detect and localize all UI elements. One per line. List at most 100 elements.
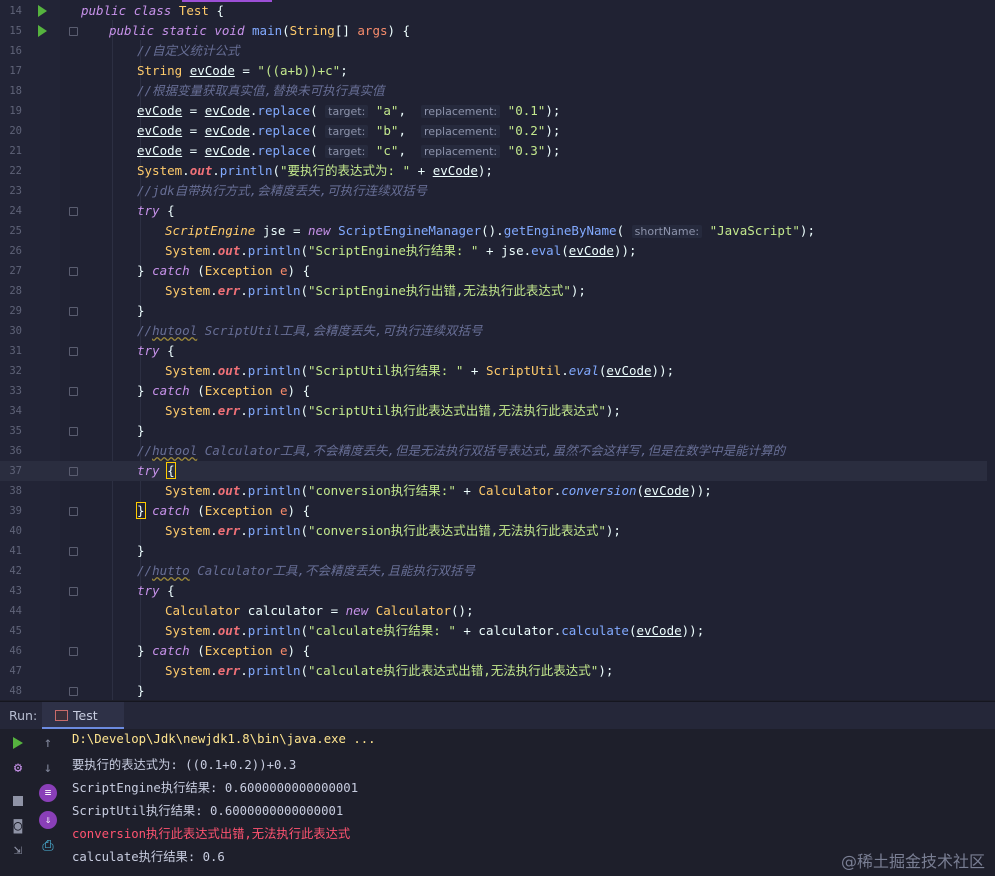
code-token: ( — [310, 123, 326, 138]
code-token: Calculator工具,不会精度丢失,且能执行双括号 — [189, 563, 476, 578]
fold-marker-icon[interactable] — [69, 267, 78, 276]
code-token: try — [137, 463, 168, 478]
code-line[interactable]: 25 ScriptEngine jse = new ScriptEngineMan… — [0, 221, 995, 241]
fold-marker-icon[interactable] — [69, 307, 78, 316]
settings-gear-icon[interactable]: ⚙ — [9, 759, 27, 777]
code-line[interactable]: 41} — [0, 541, 995, 561]
vertical-scrollbar[interactable] — [987, 0, 995, 700]
fold-marker-icon[interactable] — [69, 647, 78, 656]
run-gutter-icon[interactable] — [38, 25, 47, 37]
fold-marker-icon[interactable] — [69, 547, 78, 556]
code-token: "b" — [375, 123, 399, 138]
code-line[interactable]: 18 //根据变量获取真实值,替换未可执行真实值 — [0, 81, 995, 101]
code-token: println — [247, 483, 301, 498]
stop-icon[interactable] — [9, 792, 27, 810]
code-line[interactable]: 30 //hutool ScriptUtil工具,会精度丢失,可执行连续双括号 — [0, 321, 995, 341]
fold-marker-icon[interactable] — [69, 427, 78, 436]
code-token: )); — [681, 623, 705, 638]
watermark: @稀土掘金技术社区 — [840, 852, 985, 871]
code-line[interactable]: 21 evCode = evCode.replace( target: "c", … — [0, 141, 995, 161]
code-token: ); — [570, 283, 586, 298]
rerun-icon[interactable] — [9, 734, 27, 752]
code-token: . — [240, 523, 248, 538]
code-line[interactable]: 34 System.err.println("ScriptUtil执行此表达式出错… — [0, 401, 995, 421]
run-gutter-icon[interactable] — [38, 5, 47, 17]
fold-marker-icon[interactable] — [69, 587, 78, 596]
code-line[interactable]: 47 System.err.println("calculate执行此表达式出错,… — [0, 661, 995, 681]
run-toolbar-right: ↑ ↓ ≡ ⇓ ⎙ — [32, 729, 60, 876]
code-line[interactable]: 28 System.err.println("ScriptEngine执行出错,无… — [0, 281, 995, 301]
line-number: 39 — [9, 505, 22, 517]
line-number: 38 — [9, 485, 22, 497]
line-number: 45 — [9, 625, 22, 637]
arrow-down-icon[interactable]: ↓ — [39, 759, 57, 777]
fold-marker-icon[interactable] — [69, 27, 78, 36]
console-output-line: ScriptEngine执行结果: 0.6000000000000001 — [72, 781, 359, 795]
code-line[interactable]: 48} — [0, 681, 995, 700]
fold-marker-icon[interactable] — [69, 507, 78, 516]
code-line[interactable]: 15 public static void main(String[] args)… — [0, 21, 995, 41]
code-line[interactable]: 35} — [0, 421, 995, 441]
camera-icon[interactable]: ◙ — [9, 817, 27, 835]
code-line[interactable]: 17 String evCode = "((a+b))+c"; — [0, 61, 995, 81]
code-line[interactable]: 19 evCode = evCode.replace( target: "a", … — [0, 101, 995, 121]
fold-marker-icon[interactable] — [69, 467, 78, 476]
code-line[interactable]: 36 //hutool Calculator工具,不会精度丢失,但是无法执行双括号… — [0, 441, 995, 461]
code-token: replace — [257, 123, 311, 138]
code-line[interactable]: 44 Calculator calculator = new Calculator… — [0, 601, 995, 621]
print-icon[interactable]: ⎙ — [39, 837, 57, 855]
code-token: // — [137, 443, 153, 458]
parameter-hint: replacement: — [421, 145, 501, 158]
code-token: ( — [300, 363, 309, 378]
code-text: System.err.println("ScriptEngine执行出错,无法执… — [165, 281, 586, 301]
code-line[interactable]: 23 //jdk自带执行方式,会精度丢失,可执行连续双括号 — [0, 181, 995, 201]
code-line[interactable]: 37 try { — [0, 461, 995, 481]
code-line[interactable]: 16 //自定义统计公式 — [0, 41, 995, 61]
code-line[interactable]: 43 try { — [0, 581, 995, 601]
code-token: //jdk自带执行方式,会精度丢失,可执行连续双括号 — [137, 183, 428, 198]
code-line[interactable]: 38 System.out.println("conversion执行结果:" +… — [0, 481, 995, 501]
code-line[interactable]: 32 System.out.println("ScriptUtil执行结果: " … — [0, 361, 995, 381]
code-text: Calculator calculator = new Calculator()… — [165, 601, 474, 621]
scroll-to-end-icon[interactable]: ⇓ — [39, 811, 57, 829]
fold-marker-icon[interactable] — [69, 347, 78, 356]
code-token: System — [165, 483, 211, 498]
code-token: evCode — [137, 143, 183, 158]
code-token: evCode — [137, 123, 183, 138]
code-text: public class Test { — [81, 1, 224, 21]
code-line[interactable]: 45 System.out.println("calculate执行结果: " +… — [0, 621, 995, 641]
soft-wrap-icon[interactable]: ≡ — [39, 784, 57, 802]
arrow-up-icon[interactable]: ↑ — [39, 734, 57, 752]
code-line[interactable]: 14 public class Test { — [0, 1, 995, 21]
code-token: new — [308, 223, 339, 238]
line-number: 23 — [9, 185, 22, 197]
code-line[interactable]: 42 //hutto Calculator工具,不会精度丢失,且能执行双括号 — [0, 561, 995, 581]
code-line[interactable]: 33} catch (Exception e) { — [0, 381, 995, 401]
code-token: } — [137, 383, 153, 398]
code-line[interactable]: 20 evCode = evCode.replace( target: "b", … — [0, 121, 995, 141]
code-line[interactable]: 46} catch (Exception e) { — [0, 641, 995, 661]
code-line[interactable]: 40 System.err.println("conversion执行此表达式出错… — [0, 521, 995, 541]
code-line[interactable]: 22 System.out.println("要执行的表达式为: " + evCo… — [0, 161, 995, 181]
code-line[interactable]: 24 try { — [0, 201, 995, 221]
code-line[interactable]: 39} catch (Exception e) { — [0, 501, 995, 521]
code-line[interactable]: 31 try { — [0, 341, 995, 361]
fold-marker-icon[interactable] — [69, 207, 78, 216]
pin-icon[interactable]: ⇲ — [9, 841, 27, 859]
code-token: try — [137, 583, 168, 598]
code-line[interactable]: 27} catch (Exception e) { — [0, 261, 995, 281]
code-token: catch — [152, 263, 198, 278]
code-text: //hutto Calculator工具,不会精度丢失,且能执行双括号 — [137, 561, 475, 581]
code-token: "ScriptUtil执行此表达式出错,无法执行此表达式" — [308, 403, 606, 418]
tab-test[interactable]: Test — [42, 702, 124, 729]
code-token: err — [217, 523, 241, 538]
fold-marker-icon[interactable] — [69, 687, 78, 696]
code-editor[interactable]: 14 public class Test {15 public static voi… — [0, 0, 995, 700]
code-line[interactable]: 26 System.out.println("ScriptEngine执行结果: … — [0, 241, 995, 261]
code-token: String — [289, 23, 335, 38]
code-line[interactable]: 29} — [0, 301, 995, 321]
code-token: . — [210, 243, 218, 258]
fold-marker-icon[interactable] — [69, 387, 78, 396]
code-token: ScriptEngine — [165, 223, 263, 238]
